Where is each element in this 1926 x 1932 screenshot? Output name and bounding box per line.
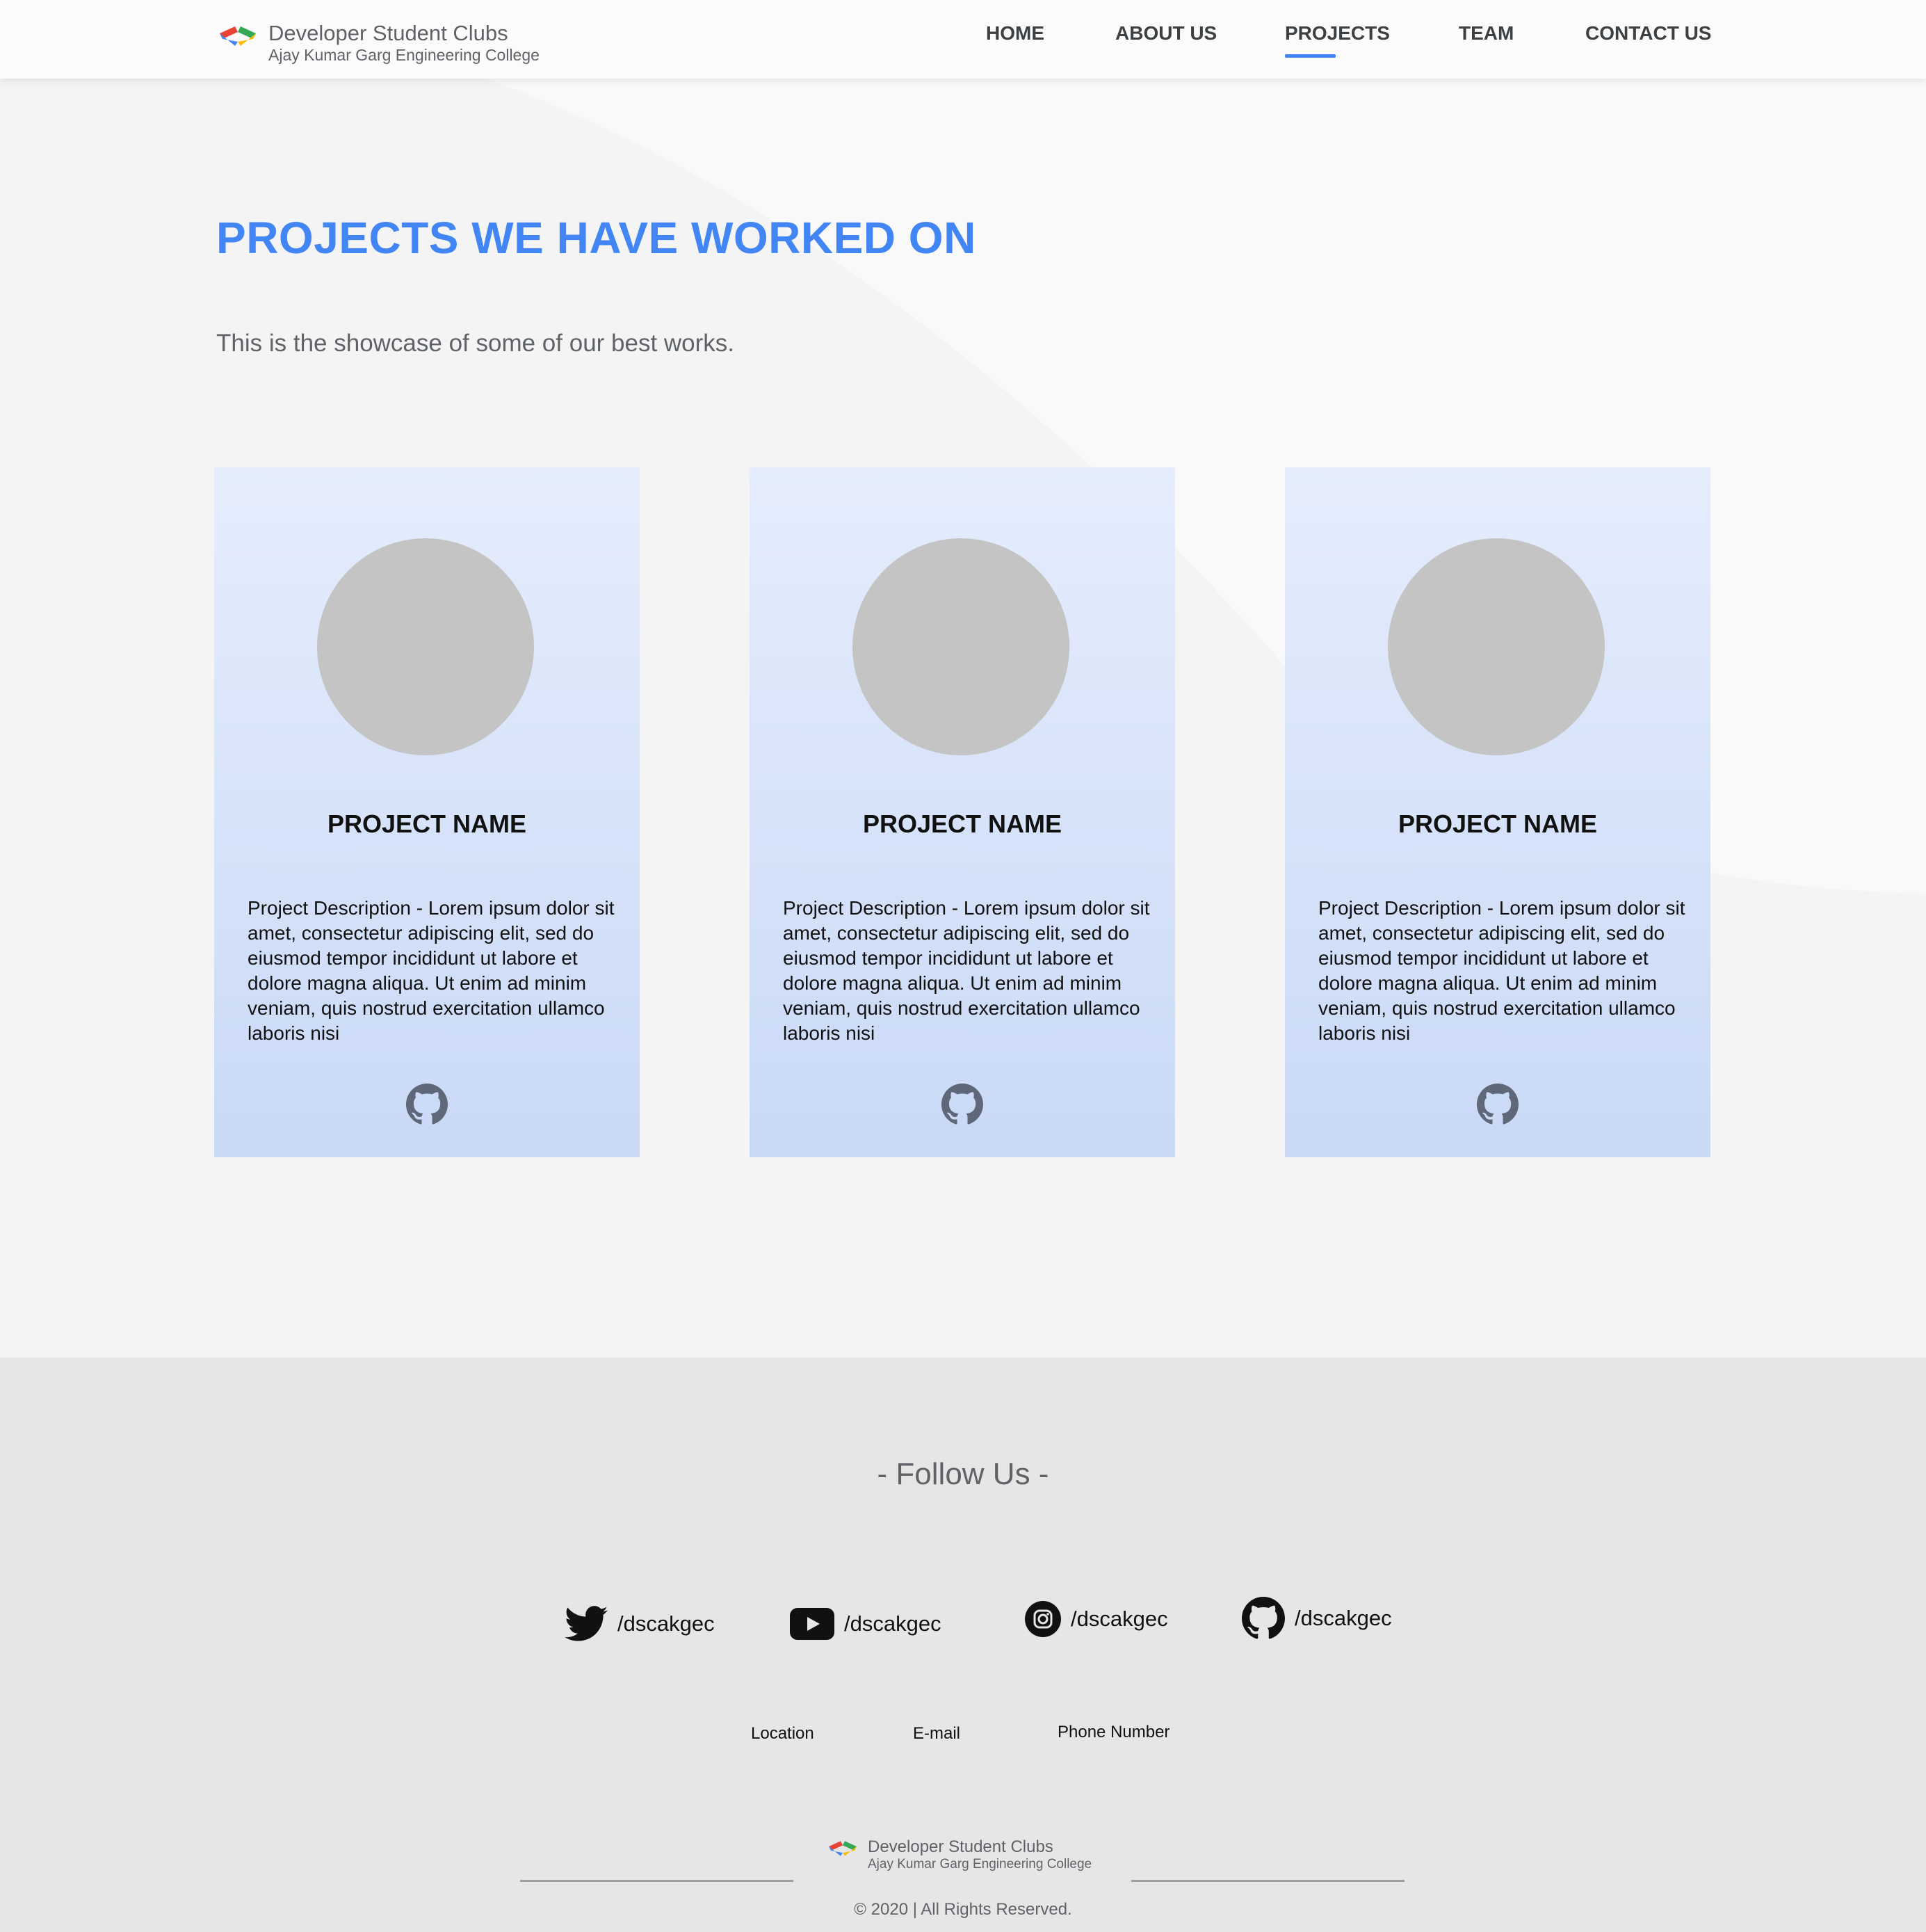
footer-brand: Developer Student Clubs Ajay Kumar Garg … (825, 1837, 1092, 1872)
nav-contact-us[interactable]: CONTACT US (1585, 22, 1711, 45)
youtube-handle: /dscakgec (844, 1611, 941, 1636)
project-name: PROJECT NAME (1398, 810, 1598, 838)
youtube-icon (790, 1608, 834, 1640)
github-icon[interactable] (941, 1084, 983, 1125)
project-name: PROJECT NAME (862, 810, 1062, 838)
page-title: PROJECTS WE HAVE WORKED ON (216, 213, 976, 263)
nav-home[interactable]: HOME (986, 22, 1044, 45)
brand-subtitle: Ajay Kumar Garg Engineering College (268, 46, 540, 64)
dsc-logo-icon (829, 1841, 857, 1856)
brand[interactable]: Developer Student Clubs Ajay Kumar Garg … (214, 21, 540, 65)
github-icon[interactable] (1477, 1084, 1519, 1125)
project-description: Project Description - Lorem ipsum dolor … (248, 897, 615, 1044)
top-navbar: Developer Student Clubs Ajay Kumar Garg … (0, 0, 1926, 79)
project-description: Project Description - Lorem ipsum dolor … (1318, 897, 1685, 1044)
nav-projects[interactable]: PROJECTS (1285, 22, 1390, 45)
dsc-logo-icon (220, 26, 256, 46)
nav-about-us[interactable]: ABOUT US (1115, 22, 1217, 45)
footer-divider-left (520, 1880, 793, 1882)
project-image-placeholder (317, 538, 534, 755)
github-handle: /dscakgec (1295, 1606, 1392, 1630)
youtube-link[interactable]: /dscakgec (790, 1608, 941, 1640)
instagram-link[interactable]: /dscakgec (1025, 1601, 1168, 1637)
copyright-text: © 2020 | All Rights Reserved. (854, 1900, 1072, 1919)
instagram-handle: /dscakgec (1071, 1607, 1168, 1631)
instagram-icon (1025, 1601, 1061, 1637)
brand-title: Developer Student Clubs (268, 21, 508, 45)
footer-divider-right (1131, 1880, 1405, 1882)
project-description: Project Description - Lorem ipsum dolor … (783, 897, 1150, 1044)
active-nav-indicator (1285, 54, 1336, 58)
footer-brand-title: Developer Student Clubs (868, 1837, 1053, 1856)
twitter-link[interactable]: /dscakgec (565, 1605, 715, 1643)
contact-phone[interactable]: Phone Number (1058, 1723, 1170, 1742)
project-image-placeholder (1388, 538, 1605, 755)
page-subtitle: This is the showcase of some of our best… (216, 330, 735, 357)
contact-location[interactable]: Location (751, 1724, 814, 1744)
github-icon[interactable] (406, 1084, 448, 1125)
github-icon (1242, 1597, 1285, 1639)
project-card: PROJECT NAME Project Description - Lorem… (214, 467, 640, 1157)
footer: - Follow Us - /dscakgec /dscakgec /dscak… (0, 1358, 1926, 1932)
contact-email[interactable]: E-mail (913, 1724, 960, 1744)
footer-brand-subtitle: Ajay Kumar Garg Engineering College (868, 1857, 1092, 1871)
follow-us-heading: - Follow Us - (877, 1457, 1049, 1491)
nav-team[interactable]: TEAM (1459, 22, 1514, 45)
project-card: PROJECT NAME Project Description - Lorem… (1285, 467, 1710, 1157)
twitter-icon (565, 1606, 608, 1641)
project-image-placeholder (852, 538, 1069, 755)
twitter-handle: /dscakgec (617, 1611, 715, 1636)
project-card: PROJECT NAME Project Description - Lorem… (750, 467, 1175, 1157)
github-link[interactable]: /dscakgec (1242, 1597, 1392, 1640)
project-name: PROJECT NAME (327, 810, 527, 838)
